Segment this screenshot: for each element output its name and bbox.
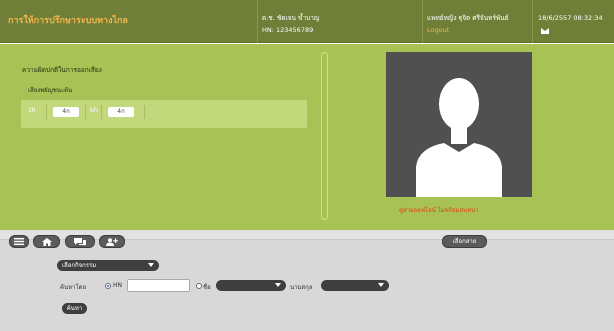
- patient-hn: HN: 123456789: [262, 26, 314, 34]
- menu-icon: [14, 238, 24, 245]
- chevron-down-icon: [378, 283, 384, 287]
- signal-value: 4ก: [53, 107, 79, 117]
- signal-divider: [144, 105, 145, 119]
- top-header: การให้การปรึกษาระบบทางไกล ด.ช. ชัดเจน ข้…: [0, 0, 614, 43]
- patient-name: ด.ช. ชัดเจน ข้ำบาญ: [262, 14, 320, 22]
- hn-input[interactable]: [127, 279, 190, 292]
- logout-link[interactable]: Logout: [427, 24, 509, 36]
- datetime-block: 18/6/2557 08:32:34: [538, 12, 603, 38]
- signal-value: 4ก: [108, 107, 134, 117]
- signal-divider: [85, 105, 86, 119]
- video-status: คู่สายออฟไลน์ ไม่พร้อมสนทนา: [399, 207, 479, 214]
- add-user-button[interactable]: [99, 235, 125, 248]
- add-user-icon: [106, 238, 118, 246]
- datetime: 18/6/2557 08:32:34: [538, 14, 603, 22]
- activity-select-value: เลือกกิจกรรม: [62, 262, 97, 269]
- hn-label: HN: [113, 282, 122, 289]
- main-panel: ความผิดปกติในการออกเสียง เสียงพยัญชนะต้น…: [0, 44, 614, 230]
- subsection-label: เสียงพยัญชนะต้น: [28, 87, 73, 94]
- header-divider: [257, 0, 258, 43]
- activity-select[interactable]: เลือกกิจกรรม: [57, 260, 159, 271]
- signal-label: th: [29, 106, 36, 114]
- chevron-down-icon: [275, 283, 281, 287]
- doctor-info: แพทย์หญิง ฐุจิต ศรีจันทร์พันธ์ Logout: [427, 12, 509, 36]
- name-select[interactable]: [216, 280, 286, 291]
- doctor-name: แพทย์หญิง ฐุจิต ศรีจันทร์พันธ์: [427, 14, 509, 22]
- home-icon: [41, 238, 52, 246]
- bottom-toolbar: เลือกสาย เลือกกิจกรรม ค้นหาโดย HN ชื่อ น…: [0, 230, 614, 331]
- patient-info: ด.ช. ชัดเจน ข้ำบาญ HN: 123456789: [262, 12, 319, 36]
- search-button[interactable]: ค้นหา: [62, 303, 87, 314]
- chat-button[interactable]: [65, 235, 95, 248]
- signal-divider: [101, 105, 102, 119]
- avatar-placeholder-icon: [416, 78, 502, 197]
- menu-button[interactable]: [9, 235, 29, 248]
- hn-radio[interactable]: [105, 283, 111, 289]
- chevron-down-icon: [148, 263, 154, 267]
- signal-divider: [46, 105, 47, 119]
- choose-call-button[interactable]: เลือกสาย: [442, 235, 487, 248]
- panel-divider: [321, 52, 328, 220]
- name-radio[interactable]: [196, 283, 202, 289]
- section-title: ความผิดปกติในการออกเสียง: [22, 66, 102, 74]
- name-label: ชื่อ: [203, 284, 211, 291]
- search-by-label: ค้นหาโดย: [60, 284, 87, 291]
- surname-select[interactable]: [321, 280, 389, 291]
- header-divider: [532, 0, 533, 43]
- app-title: การให้การปรึกษาระบบทางไกล: [8, 16, 128, 26]
- consonant-results: th 4ก kh 4ก: [21, 100, 307, 128]
- header-divider: [422, 0, 423, 43]
- home-button[interactable]: [33, 235, 60, 248]
- mail-icon[interactable]: [541, 28, 549, 34]
- chat-icon: [74, 238, 86, 246]
- video-frame: [386, 52, 532, 197]
- surname-label: นามสกุล: [290, 284, 313, 291]
- signal-label: kh: [90, 106, 98, 114]
